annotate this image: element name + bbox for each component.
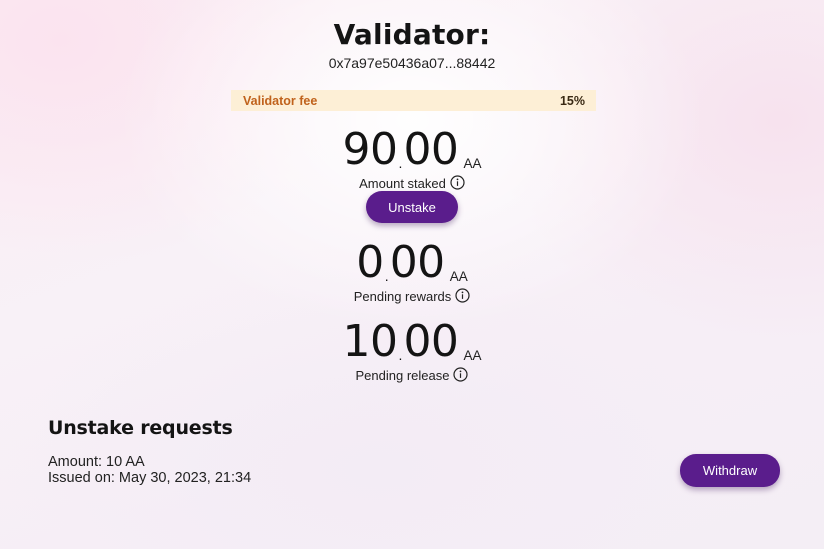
- unstake-button[interactable]: Unstake: [366, 191, 458, 223]
- info-circle-icon[interactable]: [450, 174, 465, 190]
- validator-fee-label: Validator fee: [243, 93, 318, 108]
- request-amount: Amount: 10 AA: [48, 454, 145, 470]
- pending-release-integer: 10: [342, 316, 399, 367]
- info-circle-icon[interactable]: [455, 287, 470, 303]
- pending-rewards-unit: AA: [449, 269, 468, 284]
- decimal-point: .: [398, 155, 403, 171]
- validator-address: 0x7a97e50436a07...88442: [328, 55, 496, 71]
- validator-fee-bar: Validator fee 15%: [231, 90, 596, 111]
- pending-rewards-stat: 0 . 00 AA Pending rewards: [0, 241, 824, 304]
- decimal-point: .: [384, 268, 389, 284]
- pending-release-stat: 10 . 00 AA Pending release: [0, 316, 824, 384]
- decimal-point: .: [398, 347, 403, 363]
- pending-release-decimal: 00: [403, 316, 459, 367]
- pending-rewards-label: Pending rewards: [353, 289, 452, 304]
- pending-rewards-decimal: 00: [389, 237, 446, 288]
- validator-fee-value: 15%: [559, 93, 585, 108]
- unstake-requests-heading: Unstake requests: [48, 417, 233, 439]
- page-title: Validator:: [333, 18, 491, 51]
- amount-staked-stat: 90 . 00 AA Amount staked: [0, 124, 824, 192]
- amount-staked-decimal: 00: [403, 124, 459, 175]
- amount-staked-integer: 90: [342, 124, 399, 175]
- amount-staked-label: Amount staked: [359, 176, 446, 191]
- request-issued-date: Issued on: May 30, 2023, 21:34: [48, 470, 252, 486]
- amount-staked-unit: AA: [463, 156, 482, 171]
- info-circle-icon[interactable]: [453, 366, 469, 382]
- withdraw-button[interactable]: Withdraw: [680, 454, 780, 487]
- pending-release-label: Pending release: [355, 368, 450, 383]
- pending-rewards-integer: 0: [356, 237, 384, 288]
- pending-release-unit: AA: [463, 348, 482, 363]
